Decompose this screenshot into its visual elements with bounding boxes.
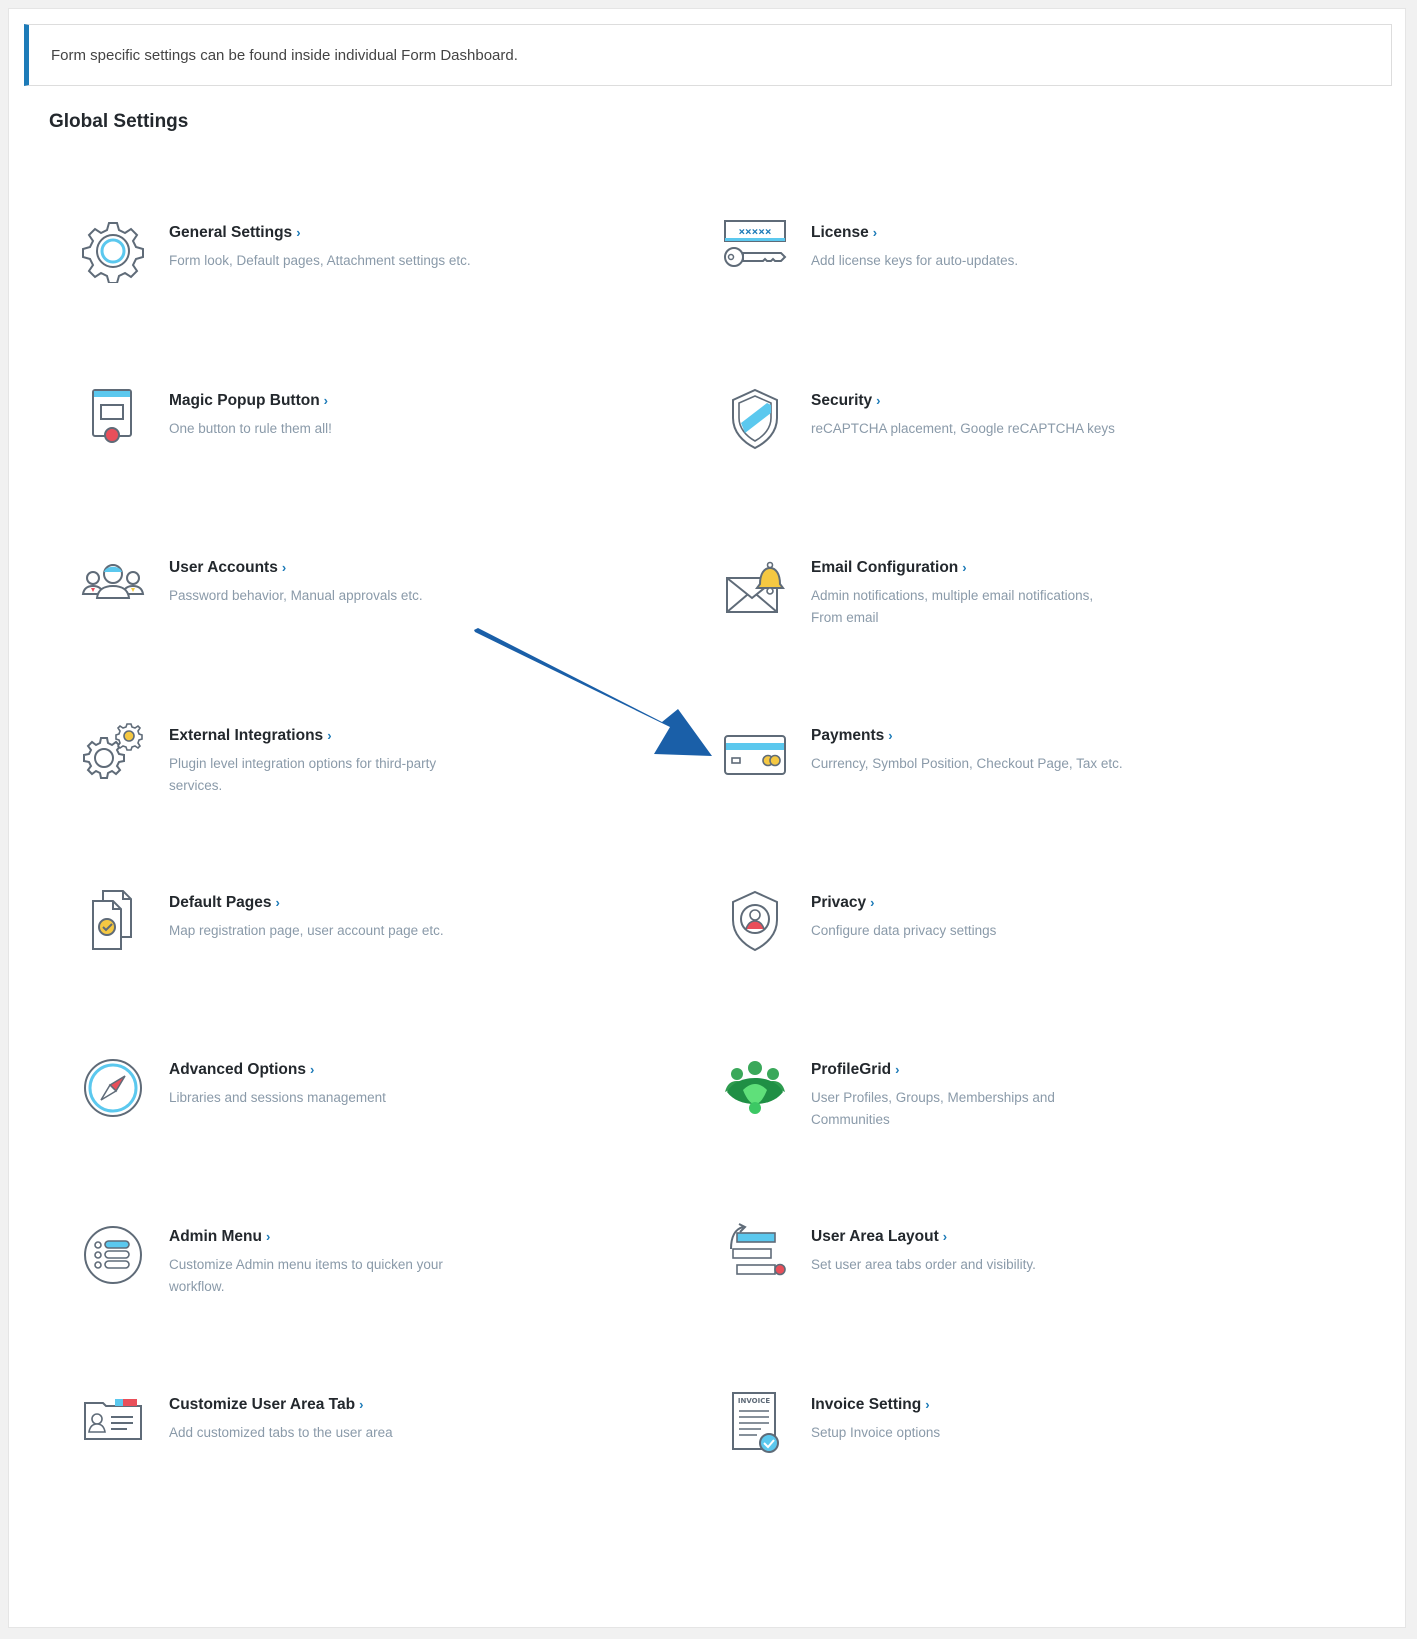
profilegrid-icon [723, 1056, 787, 1120]
setting-security[interactable]: Security › reCAPTCHA placement, Google re… [723, 387, 1283, 477]
setting-admin-menu[interactable]: Admin Menu › Customize Admin menu items t… [81, 1223, 641, 1313]
setting-title[interactable]: User Accounts › [169, 559, 286, 577]
setting-description: Customize Admin menu items to quicken yo… [169, 1257, 443, 1294]
layout-icon [723, 1223, 787, 1287]
id-card-tab-icon [81, 1391, 145, 1455]
setting-payments[interactable]: Payments › Currency, Symbol Position, Che… [723, 722, 1283, 812]
setting-title[interactable]: License › [811, 224, 877, 242]
settings-panel: Form specific settings can be found insi… [8, 8, 1406, 1628]
setting-description: reCAPTCHA placement, Google reCAPTCHA ke… [811, 421, 1115, 436]
setting-description: Plugin level integration options for thi… [169, 756, 437, 793]
setting-description: Libraries and sessions management [169, 1090, 386, 1105]
setting-description: Setup Invoice options [811, 1425, 941, 1440]
setting-title[interactable]: Default Pages › [169, 894, 280, 912]
setting-description: Add customized tabs to the user area [169, 1425, 393, 1440]
setting-title[interactable]: Magic Popup Button › [169, 392, 328, 410]
setting-description: Configure data privacy settings [811, 923, 997, 938]
setting-title[interactable]: Email Configuration › [811, 559, 967, 577]
setting-title[interactable]: Privacy › [811, 894, 875, 912]
setting-title[interactable]: User Area Layout › [811, 1228, 947, 1246]
setting-description: Password behavior, Manual approvals etc. [169, 588, 423, 603]
setting-title[interactable]: Invoice Setting › [811, 1396, 930, 1414]
page-title: Global Settings [49, 111, 189, 132]
email-bell-icon [723, 554, 787, 618]
setting-title[interactable]: Admin Menu › [169, 1228, 270, 1246]
setting-description: Form look, Default pages, Attachment set… [169, 253, 471, 268]
setting-default-pages[interactable]: Default Pages › Map registration page, us… [81, 889, 641, 979]
setting-customize-user-area-tab[interactable]: Customize User Area Tab › Add customized … [81, 1391, 641, 1481]
setting-privacy[interactable]: Privacy › Configure data privacy settings [723, 889, 1283, 979]
pages-icon [81, 889, 145, 953]
setting-user-area-layout[interactable]: User Area Layout › Set user area tabs ord… [723, 1223, 1283, 1313]
gear-icon [81, 219, 145, 283]
setting-advanced-options[interactable]: Advanced Options › Libraries and sessions… [81, 1056, 641, 1146]
setting-profilegrid[interactable]: ProfileGrid › User Profiles, Groups, Memb… [723, 1056, 1283, 1146]
setting-external-integrations[interactable]: External Integrations › Plugin level inte… [81, 722, 641, 812]
setting-title[interactable]: General Settings › [169, 224, 301, 242]
setting-description: Add license keys for auto-updates. [811, 253, 1019, 268]
setting-description: User Profiles, Groups, Memberships and C… [811, 1090, 1055, 1127]
setting-license[interactable]: ××××× License › Add license keys for auto… [723, 219, 1283, 309]
compass-icon [81, 1056, 145, 1120]
setting-invoice-setting[interactable]: INVOICE Invoice Setting › Setup Invoice o… [723, 1391, 1283, 1481]
setting-title[interactable]: External Integrations › [169, 727, 332, 745]
menu-list-icon [81, 1223, 145, 1287]
svg-text:INVOICE: INVOICE [738, 1397, 770, 1405]
popup-button-icon [81, 387, 145, 451]
credit-card-icon [723, 722, 787, 786]
setting-description: Admin notifications, multiple email noti… [811, 588, 1094, 625]
license-key-icon: ××××× [723, 219, 787, 283]
setting-title[interactable]: Customize User Area Tab › [169, 1396, 363, 1414]
invoice-icon: INVOICE [723, 1391, 787, 1455]
gears-icon [81, 722, 145, 786]
svg-text:×××××: ××××× [738, 225, 771, 238]
notice-text: Form specific settings can be found insi… [51, 46, 518, 64]
setting-title[interactable]: Security › [811, 392, 881, 410]
users-icon [81, 554, 145, 618]
setting-description: Map registration page, user account page… [169, 923, 444, 938]
shield-icon [723, 387, 787, 451]
setting-description: Currency, Symbol Position, Checkout Page… [811, 756, 1123, 771]
info-notice: Form specific settings can be found insi… [24, 24, 1392, 86]
setting-description: One button to rule them all! [169, 421, 332, 436]
setting-title[interactable]: Payments › [811, 727, 893, 745]
setting-magic-popup-button[interactable]: Magic Popup Button › One button to rule t… [81, 387, 641, 477]
setting-user-accounts[interactable]: User Accounts › Password behavior, Manual… [81, 554, 641, 644]
setting-description: Set user area tabs order and visibility. [811, 1257, 1036, 1272]
setting-general-settings[interactable]: General Settings › Form look, Default pag… [81, 219, 641, 309]
setting-title[interactable]: ProfileGrid › [811, 1061, 899, 1079]
setting-title[interactable]: Advanced Options › [169, 1061, 314, 1079]
privacy-shield-icon [723, 889, 787, 953]
setting-email-configuration[interactable]: Email Configuration › Admin notifications… [723, 554, 1283, 644]
